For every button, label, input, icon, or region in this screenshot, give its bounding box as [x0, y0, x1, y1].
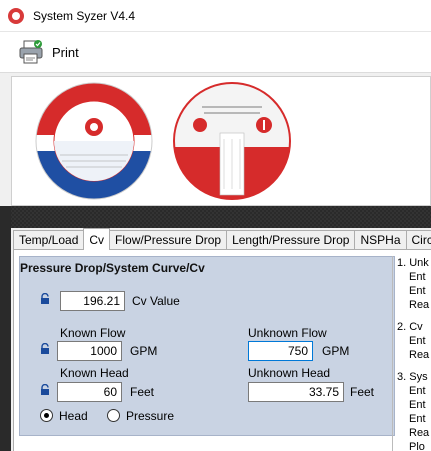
print-label: Print: [52, 44, 79, 60]
unknown-head-field[interactable]: [248, 382, 344, 402]
instruction-1-step: Rea: [409, 299, 430, 311]
unknown-flow-label: Unknown Flow: [248, 326, 327, 340]
app-logo-icon: [8, 7, 24, 24]
instruction-2-step: Rea: [409, 349, 430, 361]
unknown-flow-unit: GPM: [322, 344, 350, 358]
instructions-panel: 1. Unk Ent Ent Rea 2. Cv Ent Rea 3. Sys …: [397, 256, 431, 451]
instruction-1-step: Ent: [409, 271, 426, 283]
pressure-radio-label: Pressure: [126, 409, 175, 423]
instruction-3-step: Rea: [409, 427, 430, 439]
tab-flow-pressure-drop[interactable]: Flow/Pressure Drop: [109, 230, 228, 249]
window-title: System Syzer V4.4: [33, 8, 136, 23]
cv-lock-icon[interactable]: [39, 293, 51, 305]
instruction-2-step: Ent: [409, 335, 426, 347]
head-radio-label: Head: [59, 409, 88, 423]
instruction-3-step: Ent: [409, 385, 426, 397]
tab-nspha[interactable]: NSPHa: [354, 230, 407, 249]
tab-temp-load[interactable]: Temp/Load: [13, 230, 85, 249]
unknown-head-label: Unknown Head: [248, 366, 331, 380]
calculator-wheel-right-image: [173, 82, 291, 200]
print-button[interactable]: Print: [14, 35, 83, 69]
unknown-flow-field[interactable]: [248, 341, 313, 361]
known-head-lock-icon[interactable]: [39, 384, 51, 396]
pressure-radio[interactable]: [107, 409, 120, 422]
decorative-strip-left: [0, 206, 11, 451]
title-bar: System Syzer V4.4: [0, 0, 431, 31]
known-flow-field[interactable]: [57, 341, 122, 361]
instruction-3-step: Ent: [409, 399, 426, 411]
groupbox-title: Pressure Drop/System Curve/Cv: [20, 261, 205, 275]
known-head-unit: Feet: [130, 385, 155, 399]
tab-circu[interactable]: Circu: [405, 230, 431, 249]
panel-divider: [392, 256, 393, 451]
known-head-field[interactable]: [57, 382, 122, 402]
printer-icon: [19, 40, 43, 64]
head-radio[interactable]: [40, 409, 53, 422]
known-head-label: Known Head: [60, 366, 129, 380]
product-banner: [11, 76, 431, 206]
instruction-2: 2. Cv: [397, 321, 423, 333]
tab-bar: Temp/Load Cv Flow/Pressure Drop Length/P…: [13, 228, 431, 250]
tab-cv[interactable]: Cv: [83, 228, 111, 250]
instruction-1-step: Ent: [409, 285, 426, 297]
calculator-wheel-left-image: [35, 82, 153, 200]
known-flow-lock-icon[interactable]: [39, 343, 51, 355]
decorative-strip: [0, 206, 431, 228]
known-flow-label: Known Flow: [60, 326, 126, 340]
unknown-head-unit: Feet: [350, 385, 375, 399]
instruction-1: 1. Unk: [397, 257, 429, 269]
cv-value-label: Cv Value: [132, 294, 180, 308]
tab-length-pressure-drop[interactable]: Length/Pressure Drop: [226, 230, 356, 249]
instruction-3: 3. Sys: [397, 371, 428, 383]
instruction-3-step: Plo: [409, 441, 425, 451]
instruction-3-step: Ent: [409, 413, 426, 425]
cv-value-field[interactable]: [60, 291, 125, 311]
known-flow-unit: GPM: [130, 344, 158, 358]
toolbar: Print: [0, 31, 431, 73]
